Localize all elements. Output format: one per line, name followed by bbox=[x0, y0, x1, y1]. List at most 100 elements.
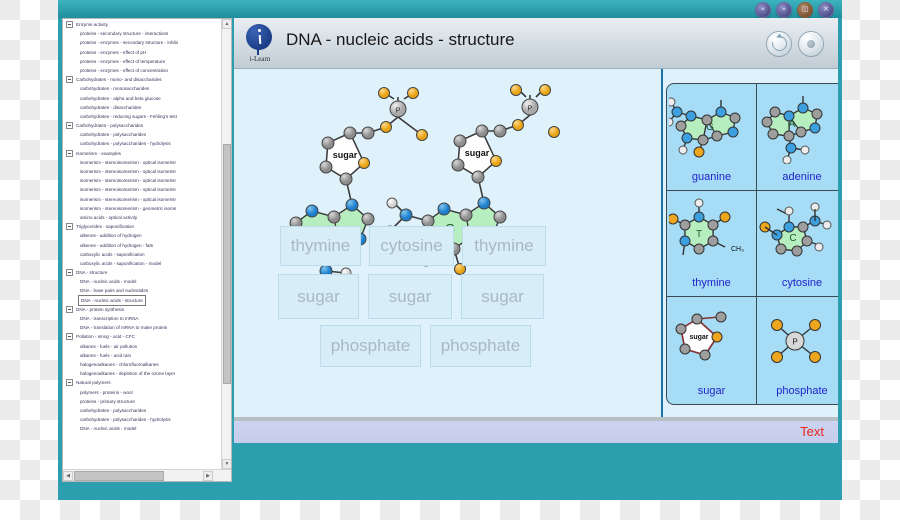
ref-sugar[interactable]: sugar sugar bbox=[667, 297, 757, 404]
expander-icon[interactable] bbox=[66, 21, 73, 29]
tree-group[interactable]: Carbohydrates - mono- and disaccharides bbox=[64, 75, 220, 84]
expander-icon[interactable] bbox=[66, 379, 73, 387]
tree-item[interactable]: DNA - translation of mRNA to make protei… bbox=[64, 323, 220, 332]
box-sugar-3[interactable]: sugar bbox=[461, 274, 544, 319]
tree-item[interactable]: proteins - enzymes - effect of concentra… bbox=[64, 66, 220, 75]
tree-item-label: proteins - primary structure bbox=[80, 398, 135, 404]
tree-item[interactable]: alkenes - addition of hydrogen - fats bbox=[64, 241, 220, 250]
ref-phosphate-label: phosphate bbox=[776, 384, 828, 397]
tree-vertical-scrollbar[interactable]: ▲ ▼ bbox=[221, 19, 231, 469]
svg-text:T: T bbox=[695, 229, 701, 240]
prev-button[interactable]: « bbox=[755, 2, 771, 18]
svg-text:P: P bbox=[792, 338, 797, 347]
tree-item[interactable]: isomerism - stereoisomerism - optical is… bbox=[64, 195, 220, 204]
tree-item[interactable]: carbohydrates - polysaccharides bbox=[64, 130, 220, 139]
footer-text-label[interactable]: Text bbox=[800, 424, 824, 439]
tree-group[interactable]: Carbohydrates - polysaccharides bbox=[64, 121, 220, 130]
tree-group[interactable]: DNA - protein synthesis bbox=[64, 305, 220, 314]
topic-tree[interactable]: Enzyme activity proteins - secondary stru… bbox=[63, 19, 220, 470]
tree-item[interactable]: carbohydrates - polysaccharides bbox=[64, 406, 220, 415]
ref-guanine[interactable]: G guanine bbox=[667, 84, 757, 191]
tree-item[interactable]: carbohydrates - polysaccharides - hydrol… bbox=[64, 139, 220, 148]
horizontal-scroll-thumb[interactable] bbox=[74, 471, 164, 481]
tree-item[interactable]: isomerism - stereoisomerism - optical is… bbox=[64, 167, 220, 176]
tree-item[interactable]: carbohydrates - monosaccharides bbox=[64, 84, 220, 93]
tree-item-label: carbohydrates - polysaccharides bbox=[80, 407, 147, 413]
thymine-molecule-icon: T CH₃ bbox=[667, 191, 756, 278]
tree-item[interactable]: alkanes - fuels - acid rain bbox=[64, 351, 220, 360]
ref-thymine[interactable]: T CH₃ thymine bbox=[667, 190, 757, 298]
tree-item[interactable]: alkenes - addition of hydrogen bbox=[64, 231, 220, 240]
tree-item-label: isomerism - stereoisomerism - optical is… bbox=[80, 178, 176, 184]
tree-item[interactable]: proteins - enzymes - effect of temperatu… bbox=[64, 57, 220, 66]
sugar-molecule-icon: sugar bbox=[667, 297, 756, 385]
tree-item[interactable]: amino acids - optical activity bbox=[64, 213, 220, 222]
vertical-scroll-thumb[interactable] bbox=[223, 144, 231, 384]
tree-item[interactable]: carbohydrates - polysaccharides - hydrol… bbox=[64, 415, 220, 424]
box-thymine-2[interactable]: thymine bbox=[462, 226, 546, 266]
ref-phosphate[interactable]: P phosphate bbox=[757, 297, 838, 404]
tree-group[interactable]: Triglycerides - saponification bbox=[64, 222, 220, 231]
reset-icon[interactable] bbox=[766, 31, 792, 57]
tree-item[interactable]: halogenoalkanes - chlorofluoroalkanes bbox=[64, 360, 220, 369]
tree-item[interactable]: carboxylic acids - saponification bbox=[64, 250, 220, 259]
tree-item[interactable]: proteins - enzymes - secondary structure… bbox=[64, 38, 220, 47]
ref-sugar-label: sugar bbox=[697, 384, 726, 397]
tree-item-label: carbohydrates - alpha and beta glucose bbox=[80, 95, 161, 101]
next-button[interactable]: » bbox=[776, 2, 792, 18]
ref-cytosine[interactable]: C cytosine bbox=[757, 191, 838, 298]
close-button[interactable]: ✕ bbox=[818, 2, 834, 18]
tree-group[interactable]: Isomerism - examples bbox=[64, 149, 220, 158]
tree-item[interactable]: carbohydrates - disaccharides bbox=[64, 103, 220, 112]
tree-group[interactable]: Enzyme activity bbox=[64, 20, 220, 29]
tree-item-label: carboxylic acids - saponification - mode… bbox=[80, 260, 162, 266]
tree-item-label: amino acids - optical activity bbox=[80, 214, 138, 220]
tree-item-label: Triglycerides - saponification bbox=[76, 224, 135, 230]
tree-item[interactable]: isomerism - stereoisomerism - optical is… bbox=[64, 176, 220, 185]
tree-item[interactable]: carboxylic acids - saponification - mode… bbox=[64, 259, 220, 268]
tree-item[interactable]: isomerism - stereoisomerism - geometric … bbox=[64, 204, 220, 213]
tree-item[interactable]: carbohydrates - alpha and beta glucose bbox=[64, 94, 220, 103]
tree-item[interactable]: carbohydrates - reducing sugars - Fehlin… bbox=[64, 112, 220, 121]
topic-tree-panel: Enzyme activity proteins - secondary stru… bbox=[62, 18, 232, 482]
tree-item[interactable]: DNA - nucleic acids - model bbox=[64, 277, 220, 286]
tree-item-label: carbohydrates - disaccharides bbox=[80, 104, 142, 110]
tree-horizontal-scrollbar[interactable]: ◀ ▶ bbox=[63, 469, 231, 481]
tree-item[interactable]: proteins - secondary structure - interac… bbox=[64, 29, 220, 38]
tree-item[interactable]: DNA - transcription to mRNA bbox=[64, 314, 220, 323]
svg-text:sugar: sugar bbox=[465, 148, 490, 158]
tree-item[interactable]: isomerism - stereoisomerism - optical is… bbox=[64, 185, 220, 194]
tree-item[interactable]: DNA - nucleic acids - model bbox=[64, 424, 220, 433]
expander-icon[interactable] bbox=[66, 122, 73, 130]
tree-item-label: DNA - protein synthesis bbox=[76, 306, 124, 312]
tree-item[interactable]: isomerism - stereoisomerism - optical is… bbox=[64, 158, 220, 167]
expander-icon[interactable] bbox=[66, 76, 73, 84]
tree-item[interactable]: polymers - proteins - wool bbox=[64, 388, 220, 397]
box-cytosine-1[interactable]: cytosine bbox=[369, 226, 454, 266]
expander-icon[interactable] bbox=[66, 333, 73, 341]
tree-group[interactable]: Pollution - smog - acid - CFC bbox=[64, 332, 220, 341]
tree-group[interactable]: DNA - structure bbox=[64, 268, 220, 277]
box-sugar-2[interactable]: sugar bbox=[368, 274, 452, 319]
expander-icon[interactable] bbox=[66, 149, 73, 157]
expander-icon[interactable] bbox=[66, 269, 73, 277]
scroll-down-arrow[interactable]: ▼ bbox=[222, 459, 231, 469]
scroll-right-arrow[interactable]: ▶ bbox=[203, 471, 213, 481]
box-thymine-1[interactable]: thymine bbox=[280, 226, 361, 266]
tree-item[interactable]: alkanes - fuels - air pollution bbox=[64, 342, 220, 351]
ref-adenine[interactable]: A adenine bbox=[757, 84, 838, 191]
scroll-up-arrow[interactable]: ▲ bbox=[222, 19, 231, 29]
book-button[interactable]: ◫ bbox=[797, 2, 813, 18]
tree-item[interactable]: halogenoalkanes - depletion of the ozone… bbox=[64, 369, 220, 378]
box-sugar-1[interactable]: sugar bbox=[278, 274, 359, 319]
record-icon[interactable] bbox=[798, 31, 824, 57]
expander-icon[interactable] bbox=[66, 223, 73, 231]
expander-icon[interactable] bbox=[66, 305, 73, 313]
tree-item[interactable]: proteins - primary structure bbox=[64, 397, 220, 406]
tree-item[interactable]: DNA - nucleic acids - structure bbox=[64, 294, 220, 306]
scroll-left-arrow[interactable]: ◀ bbox=[63, 471, 73, 481]
box-phosphate-1[interactable]: phosphate bbox=[320, 325, 421, 367]
box-phosphate-2[interactable]: phosphate bbox=[430, 325, 531, 367]
tree-group[interactable]: Natural polymers bbox=[64, 378, 220, 387]
tree-item[interactable]: proteins - enzymes - effect of pH bbox=[64, 48, 220, 57]
